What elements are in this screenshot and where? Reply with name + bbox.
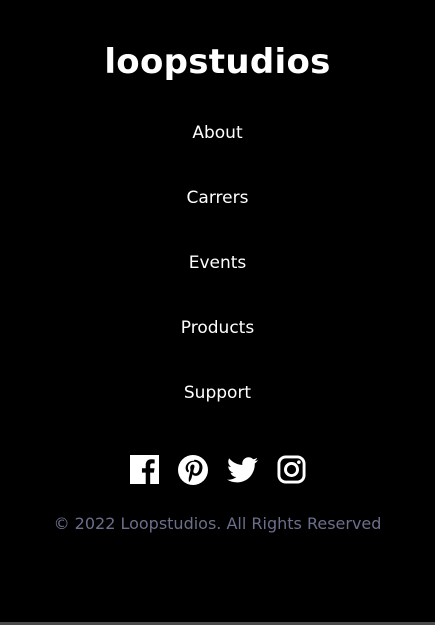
facebook-link[interactable]	[129, 454, 160, 485]
nav-link-label: Events	[188, 253, 247, 273]
nav-link-events[interactable]: Events	[0, 243, 435, 308]
social-links	[0, 454, 435, 485]
nav-link-label: Carrers	[186, 188, 249, 208]
pinterest-link[interactable]	[178, 454, 209, 485]
facebook-icon	[129, 455, 159, 484]
instagram-link[interactable]	[276, 454, 307, 485]
nav-link-products[interactable]: Products	[0, 308, 435, 373]
nav-link-support[interactable]: Support	[0, 373, 435, 438]
copyright-text: © 2022 Loopstudios. All Rights Reserved	[53, 514, 382, 533]
nav-link-careers[interactable]: Carrers	[0, 178, 435, 243]
nav-link-label: Support	[183, 383, 252, 403]
nav-link-label: About	[192, 123, 243, 143]
nav-link-about[interactable]: About	[0, 113, 435, 178]
instagram-icon	[276, 455, 306, 484]
twitter-icon	[226, 456, 258, 482]
site-logo[interactable]: loopstudios	[0, 40, 435, 84]
site-footer: loopstudios About Carrers Events Product…	[0, 0, 435, 622]
twitter-link[interactable]	[226, 454, 258, 485]
nav-link-label: Products	[180, 318, 255, 338]
pinterest-icon	[178, 454, 208, 485]
footer-nav: About Carrers Events Products Support	[0, 113, 435, 438]
